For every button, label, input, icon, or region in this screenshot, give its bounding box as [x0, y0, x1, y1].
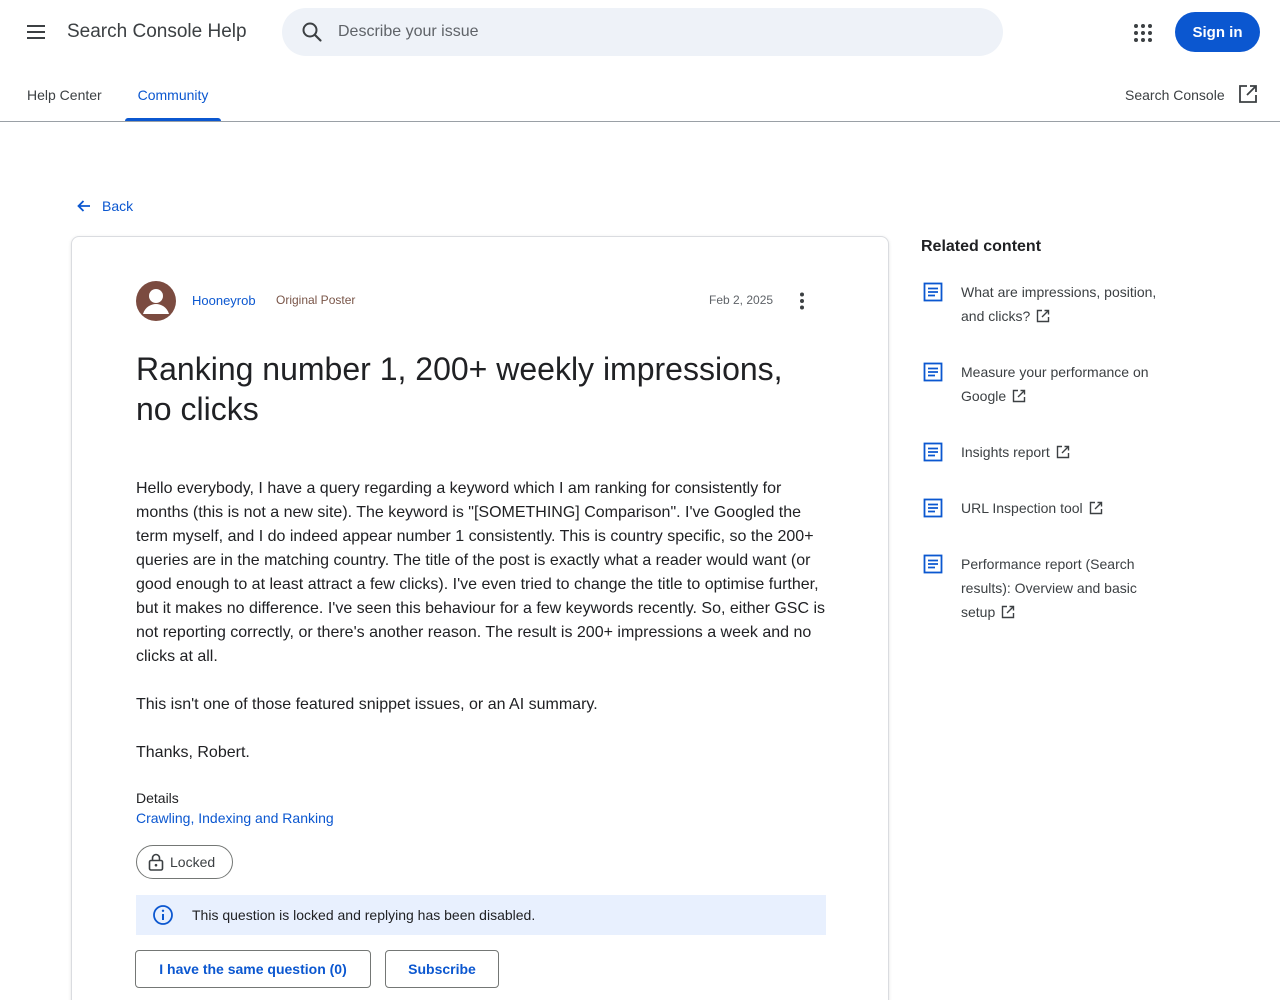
related-content-title: Related content	[921, 238, 1042, 255]
document-icon	[923, 498, 943, 518]
details-label: Details	[136, 790, 179, 806]
related-item[interactable]: What are impressions, position, and clic…	[921, 280, 1181, 328]
locked-label: Locked	[170, 854, 216, 870]
back-label: Back	[102, 198, 134, 214]
locked-notice-text: This question is locked and replying has…	[192, 907, 536, 923]
external-link-icon	[1002, 605, 1015, 619]
arrow-back-icon	[77, 200, 90, 212]
document-icon	[923, 282, 943, 302]
question-card: Hooneyrob Original Poster Feb 2, 2025 Ra…	[71, 236, 889, 1000]
post-date: Feb 2, 2025	[709, 293, 774, 307]
external-link-icon	[1012, 389, 1026, 403]
search-console-link[interactable]: Search Console	[1125, 70, 1225, 121]
back-link[interactable]: Back	[76, 196, 133, 216]
external-link-icon	[1056, 445, 1069, 459]
external-link-icon[interactable]	[1238, 84, 1258, 104]
avatar[interactable]	[136, 281, 176, 321]
main-menu-button[interactable]	[20, 16, 52, 48]
document-icon	[923, 554, 943, 574]
related-item-label: URL Inspection tool	[961, 500, 1083, 516]
related-item-label: Performance report (Search results): Ove…	[961, 556, 1137, 620]
lock-icon	[148, 853, 164, 871]
body-paragraph: Hello everybody, I have a query regardin…	[136, 480, 826, 665]
tab-community[interactable]: Community	[125, 70, 221, 121]
related-item[interactable]: Performance report (Search results): Ove…	[921, 552, 1181, 624]
question-body: Hello everybody, I have a query regardin…	[136, 477, 826, 789]
same-question-button[interactable]: I have the same question (0)	[135, 950, 371, 988]
apps-icon	[1134, 24, 1152, 42]
body-paragraph: Thanks, Robert.	[136, 744, 250, 761]
search-icon	[302, 22, 322, 42]
search-input[interactable]	[338, 8, 978, 56]
product-name[interactable]: Search Console Help	[67, 20, 247, 44]
related-item-label: Insights report	[961, 444, 1050, 460]
category-link[interactable]: Crawling, Indexing and Ranking	[136, 810, 334, 826]
search-bar[interactable]	[282, 8, 1003, 56]
author-name[interactable]: Hooneyrob	[192, 293, 256, 308]
google-apps-button[interactable]	[1128, 18, 1158, 48]
tab-help-center[interactable]: Help Center	[27, 70, 102, 121]
document-icon	[923, 442, 943, 462]
locked-chip: Locked	[136, 845, 233, 879]
more-options-button[interactable]	[790, 289, 814, 313]
external-link-icon	[1037, 309, 1050, 323]
sign-in-button[interactable]: Sign in	[1175, 12, 1260, 52]
related-item[interactable]: Measure your performance on Google	[921, 360, 1181, 408]
related-item-label: What are impressions, position, and clic…	[961, 284, 1157, 324]
info-icon	[153, 905, 173, 925]
body-paragraph: This isn't one of those featured snippet…	[136, 696, 598, 713]
original-poster-badge: Original Poster	[276, 293, 356, 307]
locked-notice: This question is locked and replying has…	[136, 895, 826, 935]
related-item[interactable]: Insights report	[921, 440, 1181, 464]
question-title: Ranking number 1, 200+ weekly impression…	[136, 351, 783, 427]
subscribe-button[interactable]: Subscribe	[385, 950, 499, 988]
nav-tabs: Help Center Community Search Console	[0, 70, 1280, 122]
menu-icon	[27, 25, 45, 39]
more-vert-icon	[800, 292, 804, 310]
top-app-bar: Search Console Help Sign in	[0, 0, 1280, 64]
document-icon	[923, 362, 943, 382]
related-item[interactable]: URL Inspection tool	[921, 496, 1181, 520]
external-link-icon	[1089, 501, 1102, 515]
related-item-label: Measure your performance on Google	[961, 364, 1149, 404]
user-icon	[143, 289, 169, 314]
